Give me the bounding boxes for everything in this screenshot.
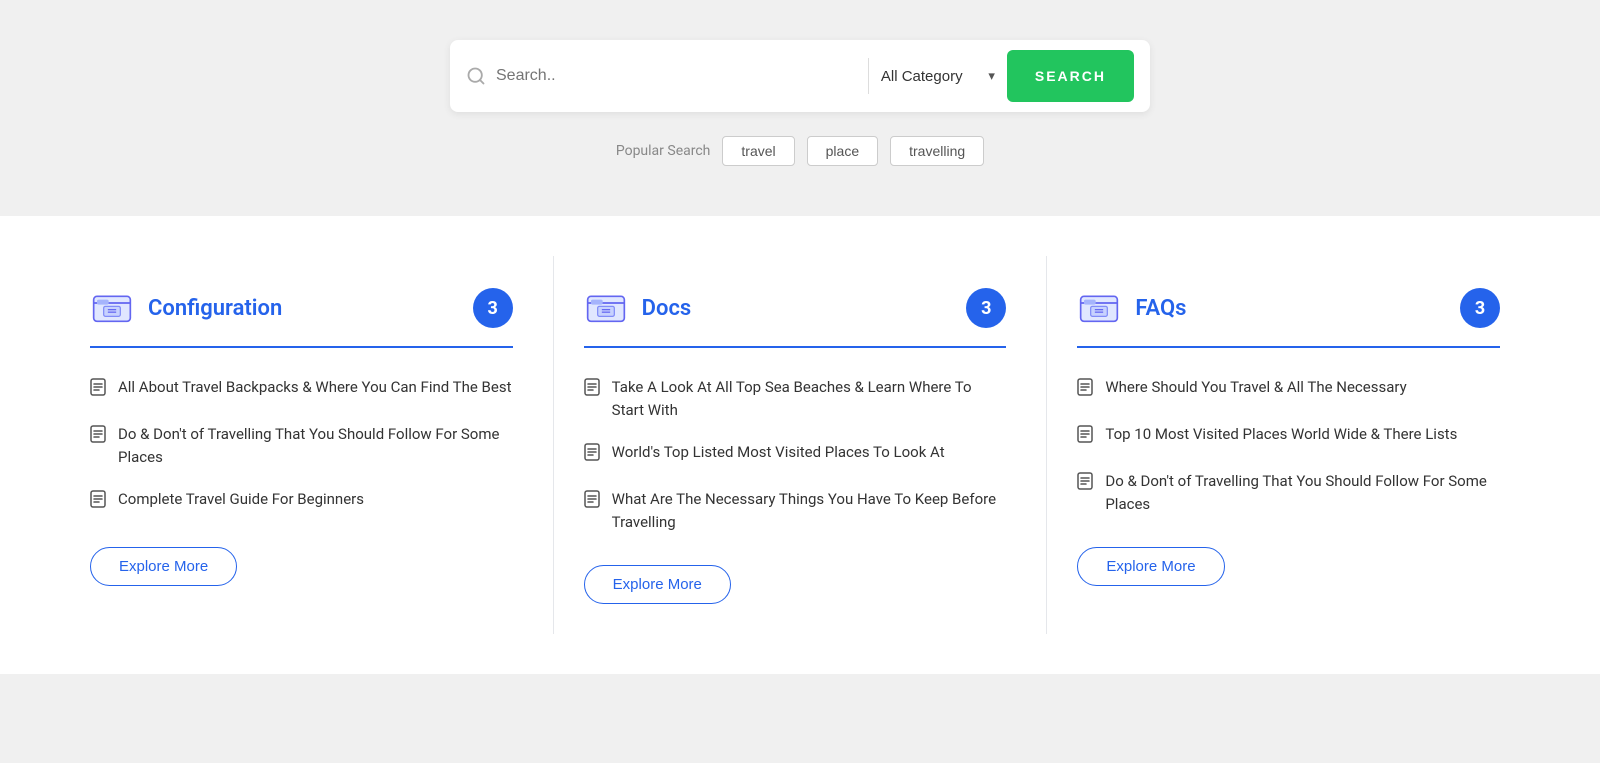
document-icon [90,490,106,515]
card-docs-title: Docs [642,296,692,321]
popular-tag-travelling[interactable]: travelling [890,136,984,166]
card-docs-divider [584,346,1007,348]
card-faqs: FAQs 3 Where Should You Travel & All The … [1047,256,1540,634]
card-faqs-title: FAQs [1135,296,1186,321]
document-icon [584,490,600,515]
card-faqs-header: FAQs 3 [1077,286,1500,330]
card-docs-items: Take A Look At All Top Sea Beaches & Lea… [584,376,1007,533]
search-bar: All Category Configuration Docs FAQs ▾ S… [450,40,1150,112]
card-docs-explore-button[interactable]: Explore More [584,565,731,604]
category-select[interactable]: All Category Configuration Docs FAQs [881,68,995,85]
document-icon [1077,378,1093,403]
hero-section: All Category Configuration Docs FAQs ▾ S… [0,0,1600,216]
card-docs: Docs 3 Take A Look At All Top Sea Beaches… [554,256,1048,634]
category-wrapper: All Category Configuration Docs FAQs ▾ [881,68,995,85]
search-input[interactable] [496,67,856,85]
card-configuration-header: Configuration 3 [90,286,513,330]
list-item: Top 10 Most Visited Places World Wide & … [1077,423,1500,450]
card-configuration-header-left: Configuration [90,286,282,330]
list-item-text: Take A Look At All Top Sea Beaches & Lea… [612,376,1007,421]
card-configuration-explore-button[interactable]: Explore More [90,547,237,586]
list-item-text: Do & Don't of Travelling That You Should… [118,423,513,468]
card-faqs-explore-button[interactable]: Explore More [1077,547,1224,586]
card-faqs-badge: 3 [1460,288,1500,328]
list-item-text: Top 10 Most Visited Places World Wide & … [1105,423,1457,446]
list-item: Complete Travel Guide For Beginners [90,488,513,515]
document-icon [90,378,106,403]
list-item: Take A Look At All Top Sea Beaches & Lea… [584,376,1007,421]
card-configuration-divider [90,346,513,348]
folder-icon [90,286,134,330]
card-faqs-items: Where Should You Travel & All The Necess… [1077,376,1500,515]
list-item-text: What Are The Necessary Things You Have T… [612,488,1007,533]
folder-icon [1077,286,1121,330]
list-item: Do & Don't of Travelling That You Should… [1077,470,1500,515]
card-configuration-badge: 3 [473,288,513,328]
popular-label: Popular Search [616,143,711,159]
popular-tag-travel[interactable]: travel [722,136,794,166]
list-item-text: World's Top Listed Most Visited Places T… [612,441,945,464]
list-item-text: Complete Travel Guide For Beginners [118,488,364,511]
folder-icon [584,286,628,330]
list-item: All About Travel Backpacks & Where You C… [90,376,513,403]
card-docs-header: Docs 3 [584,286,1007,330]
document-icon [1077,425,1093,450]
card-docs-badge: 3 [966,288,1006,328]
list-item: Do & Don't of Travelling That You Should… [90,423,513,468]
list-item-text: Do & Don't of Travelling That You Should… [1105,470,1500,515]
card-configuration: Configuration 3 All About Travel Backpack… [60,256,554,634]
list-item: World's Top Listed Most Visited Places T… [584,441,1007,468]
card-faqs-header-left: FAQs [1077,286,1186,330]
divider [868,58,869,94]
list-item: Where Should You Travel & All The Necess… [1077,376,1500,403]
popular-tag-place[interactable]: place [807,136,878,166]
search-button[interactable]: SEARCH [1007,50,1134,102]
popular-search: Popular Search travel place travelling [616,136,984,166]
document-icon [584,443,600,468]
search-icon [466,66,486,86]
card-docs-header-left: Docs [584,286,692,330]
card-configuration-title: Configuration [148,296,282,321]
document-icon [1077,472,1093,497]
card-configuration-items: All About Travel Backpacks & Where You C… [90,376,513,515]
card-faqs-divider [1077,346,1500,348]
document-icon [90,425,106,450]
list-item-text: All About Travel Backpacks & Where You C… [118,376,512,399]
list-item-text: Where Should You Travel & All The Necess… [1105,376,1406,399]
document-icon [584,378,600,403]
list-item: What Are The Necessary Things You Have T… [584,488,1007,533]
cards-section: Configuration 3 All About Travel Backpack… [0,216,1600,674]
